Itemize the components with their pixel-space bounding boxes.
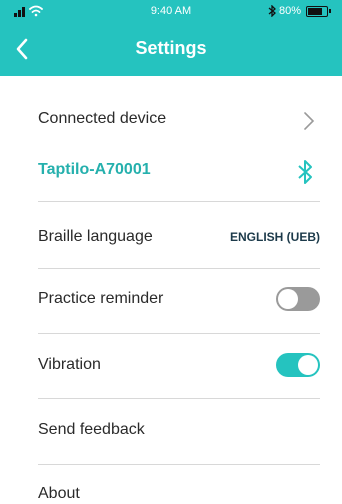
status-right: 80% [268, 4, 331, 18]
practice-reminder-row: Practice reminder [38, 287, 320, 312]
divider [38, 201, 320, 202]
vibration-row: Vibration [38, 353, 320, 378]
battery-percent: 80% [278, 5, 301, 17]
chevron-right-icon [304, 112, 315, 130]
send-feedback-label: Send feedback [38, 421, 145, 438]
app-bar: Settings [0, 22, 342, 76]
page-title: Settings [135, 38, 207, 58]
practice-reminder-toggle[interactable] [276, 287, 320, 311]
toggle-knob [278, 289, 298, 309]
practice-reminder-label: Practice reminder [38, 290, 164, 307]
divider [38, 333, 320, 334]
connected-device-row[interactable]: Connected device [38, 110, 320, 132]
device-row[interactable]: Taptilo-A70001 [38, 160, 320, 184]
vibration-label: Vibration [38, 356, 101, 373]
braille-language-row[interactable]: Braille language ENGLISH (UEB) [38, 228, 320, 250]
device-name: Taptilo-A70001 [38, 161, 151, 178]
bluetooth-icon [298, 160, 312, 184]
status-bar: 9:40 AM 80% [0, 0, 342, 22]
vibration-toggle[interactable] [276, 353, 320, 377]
braille-language-value: ENGLISH (UEB) [230, 230, 320, 244]
divider [38, 398, 320, 399]
about-row[interactable]: About [38, 485, 320, 504]
braille-language-label: Braille language [38, 228, 153, 245]
about-label: About [38, 485, 80, 502]
battery-icon [306, 5, 331, 17]
send-feedback-row[interactable]: Send feedback [38, 421, 320, 443]
connected-device-label: Connected device [38, 110, 167, 127]
divider [38, 268, 320, 269]
battery-fill [308, 7, 322, 15]
bluetooth-icon [268, 5, 276, 17]
divider [38, 464, 320, 465]
toggle-knob [298, 355, 318, 375]
